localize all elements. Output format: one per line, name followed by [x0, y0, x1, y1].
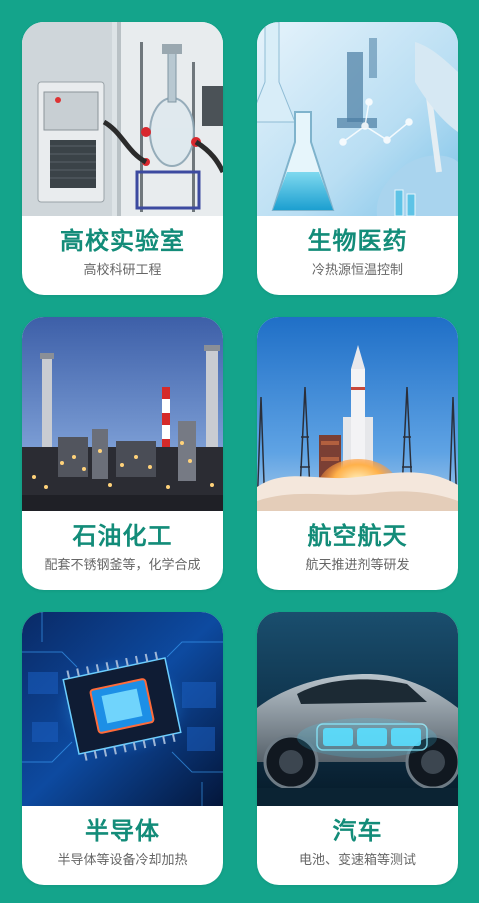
card-title: 石油化工: [72, 522, 173, 550]
card-subtitle: 航天推进剂等研发: [305, 558, 410, 573]
electric-car-photo: [257, 612, 458, 806]
card-subtitle: 高校科研工程: [83, 263, 162, 278]
biotech-lab-photo: [257, 22, 458, 216]
card-title: 半导体: [85, 817, 160, 845]
laboratory-reactor-photo: [22, 22, 223, 216]
card-subtitle: 电池、变速箱等测试: [298, 853, 416, 868]
card-title: 汽车: [332, 817, 383, 845]
application-card-petrochemical[interactable]: 石油化工 配套不锈钢釜等，化学合成: [22, 317, 223, 590]
rocket-launch-photo: [257, 317, 458, 511]
card-subtitle: 配套不锈钢釜等，化学合成: [44, 558, 201, 573]
application-card-biomedicine[interactable]: 生物医药 冷热源恒温控制: [257, 22, 458, 295]
card-subtitle: 半导体等设备冷却加热: [57, 853, 188, 868]
microchip-photo: [22, 612, 223, 806]
application-card-semiconductor[interactable]: 半导体 半导体等设备冷却加热: [22, 612, 223, 885]
card-title: 高校实验室: [60, 227, 185, 255]
card-title: 航空航天: [307, 522, 408, 550]
card-title: 生物医药: [307, 227, 408, 255]
application-card-university-lab[interactable]: 高校实验室 高校科研工程: [22, 22, 223, 295]
refinery-photo: [22, 317, 223, 511]
card-subtitle: 冷热源恒温控制: [311, 263, 403, 278]
application-card-aerospace[interactable]: 航空航天 航天推进剂等研发: [257, 317, 458, 590]
application-card-automotive[interactable]: 汽车 电池、变速箱等测试: [257, 612, 458, 885]
